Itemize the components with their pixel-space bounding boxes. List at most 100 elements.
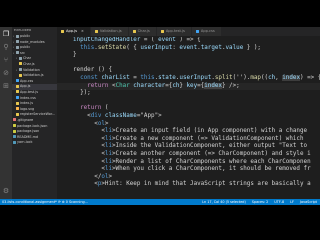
close-icon[interactable]: × — [81, 27, 84, 36]
js-file-icon — [160, 30, 164, 33]
code-text: <li>When you click a CharComponent, it s… — [73, 166, 311, 173]
source-control-icon[interactable]: ⑂ — [2, 56, 10, 64]
code-line: this.setState( { userInput: event.target… — [57, 45, 320, 53]
tree-item-label: logo.svg — [20, 106, 35, 111]
tree-item-label: App.js — [20, 84, 31, 89]
scanning-status: Scanning... — [69, 200, 88, 204]
problems-status[interactable]: ⊗ 0 — [62, 200, 68, 204]
vscode-window: ❐ ⚲ ⑂ ⊘ ⊞ ⚙ EXPLORER › public › node_module… — [0, 27, 320, 205]
editor-tab[interactable]: App.js × — [57, 27, 91, 36]
code-text: <p>Hint: Keep in mind that JavaScript st… — [73, 181, 311, 188]
code-text: <li>Inside the ValidationComponent, eith… — [73, 143, 308, 150]
code-line: <li>Create an input field (in App compon… — [57, 128, 320, 136]
folder-icon — [19, 56, 22, 60]
folder-icon — [16, 51, 19, 55]
explorer-icon[interactable]: ❐ — [2, 30, 10, 38]
code-text: <li>Render a list of CharComponents wher… — [73, 158, 311, 165]
tab-label: Char.js — [137, 29, 150, 33]
folder-icon — [19, 68, 22, 72]
code-line: <li>Render a list of CharComponents wher… — [57, 159, 320, 167]
file-icon — [13, 124, 16, 127]
js-file-icon — [132, 30, 136, 33]
code-line: inputChangedHandler = ( event ) => { — [57, 37, 320, 45]
tree-item-label: public — [20, 34, 31, 38]
tab-label: Validation.js — [99, 29, 122, 33]
file-tree: › public › node_modules › public › src › Char Char… — [12, 34, 57, 146]
file-icon — [16, 96, 19, 100]
editor-tab[interactable]: App.css — [191, 27, 222, 36]
file-icon — [19, 62, 22, 66]
file-icon — [13, 129, 16, 133]
code-text: return ( — [80, 105, 109, 112]
tab-label: App.test.js — [165, 29, 185, 33]
tree-file[interactable]: yarn.lock — [12, 140, 57, 146]
tree-item-label: src — [20, 50, 25, 55]
editor-tabs: App.js × Validation.js Char.js App.test.js Ap… — [57, 27, 320, 36]
code-text: inputChangedHandler = ( event ) => { — [73, 37, 201, 43]
tree-item-label: Char.js — [23, 61, 35, 66]
code-line: render () { — [57, 67, 320, 75]
tab-label: App.css — [200, 29, 215, 33]
search-icon[interactable]: ⚲ — [2, 43, 10, 51]
explorer-sidebar: EXPLORER › public › node_modules › public › src… — [12, 27, 57, 199]
tree-item-label: .gitignore — [17, 117, 34, 122]
folder-icon — [16, 40, 19, 44]
explorer-header: EXPLORER — [14, 28, 32, 32]
js-file-icon — [195, 30, 199, 33]
tree-item-label: Char — [23, 56, 31, 61]
file-icon — [16, 107, 19, 111]
code-line: <li>Create another component (=> CharCom… — [57, 151, 320, 159]
file-icon — [13, 140, 16, 144]
code-line: <ol> — [57, 121, 320, 129]
editor-tab[interactable]: App.test.js — [156, 27, 192, 36]
tree-item-label: Validation — [23, 67, 40, 72]
tree-item-label: node_modules — [20, 39, 45, 44]
code-text: const charList = this.state.userInput.sp… — [80, 74, 320, 81]
code-line: } — [57, 52, 320, 60]
file-icon — [16, 84, 19, 88]
file-icon — [16, 79, 19, 83]
file-icon — [16, 90, 19, 94]
tree-item-label: App.test.js — [20, 89, 38, 94]
tree-item-label: public — [20, 45, 31, 50]
tree-item-label: index.js — [20, 101, 34, 106]
file-icon — [13, 118, 16, 122]
code-text: <ol> — [73, 120, 109, 127]
code-line: <li>Create a new component (=> Validatio… — [57, 136, 320, 144]
file-icon — [16, 101, 19, 105]
file-icon — [13, 135, 16, 139]
debug-icon[interactable]: ⊘ — [2, 69, 10, 77]
file-icon — [19, 73, 22, 77]
code-line: <li>When you click a CharComponent, it s… — [57, 166, 320, 174]
js-file-icon — [94, 30, 98, 33]
editor-tab[interactable]: Char.js — [128, 27, 157, 36]
letterbox-bottom — [0, 205, 320, 240]
extensions-icon[interactable]: ⊞ — [2, 82, 10, 90]
code-text: <div className="App"> — [73, 112, 162, 119]
code-editor[interactable]: inputChangedHandler = ( event ) => { thi… — [57, 37, 320, 199]
file-icon — [16, 112, 19, 116]
settings-gear-icon[interactable]: ⚙ — [2, 187, 10, 195]
code-text: this.setState( { userInput: event.target… — [80, 44, 261, 51]
code-line: <div className="App"> — [57, 113, 320, 121]
code-text: <li>Create a new component (=> Validatio… — [73, 135, 304, 142]
editor-tab[interactable]: Validation.js — [90, 27, 129, 36]
code-text: <li>Create an input field (in App compon… — [73, 128, 308, 135]
code-line: }); — [57, 90, 320, 98]
code-line: <li>Inside the ValidationComponent, eith… — [57, 143, 320, 151]
tree-item-label: yarn.lock — [17, 140, 33, 145]
folder-icon — [16, 45, 19, 49]
code-line: return <Char character={ch} key={index} … — [57, 82, 320, 91]
folder-icon — [16, 34, 19, 38]
tree-item-label: README.md — [17, 134, 39, 139]
code-line: </ol> — [57, 174, 320, 182]
tab-label: App.js — [66, 29, 78, 33]
code-line: const charList = this.state.userInput.sp… — [57, 74, 320, 83]
letterbox-top — [0, 0, 320, 27]
sync-icon[interactable]: ⟳ — [58, 200, 61, 204]
code-line: <p>Hint: Keep in mind that JavaScript st… — [57, 181, 320, 189]
code-text: </ol> — [73, 173, 113, 180]
branch-status[interactable]: 03-lists-conditional-assignment* — [2, 200, 57, 204]
